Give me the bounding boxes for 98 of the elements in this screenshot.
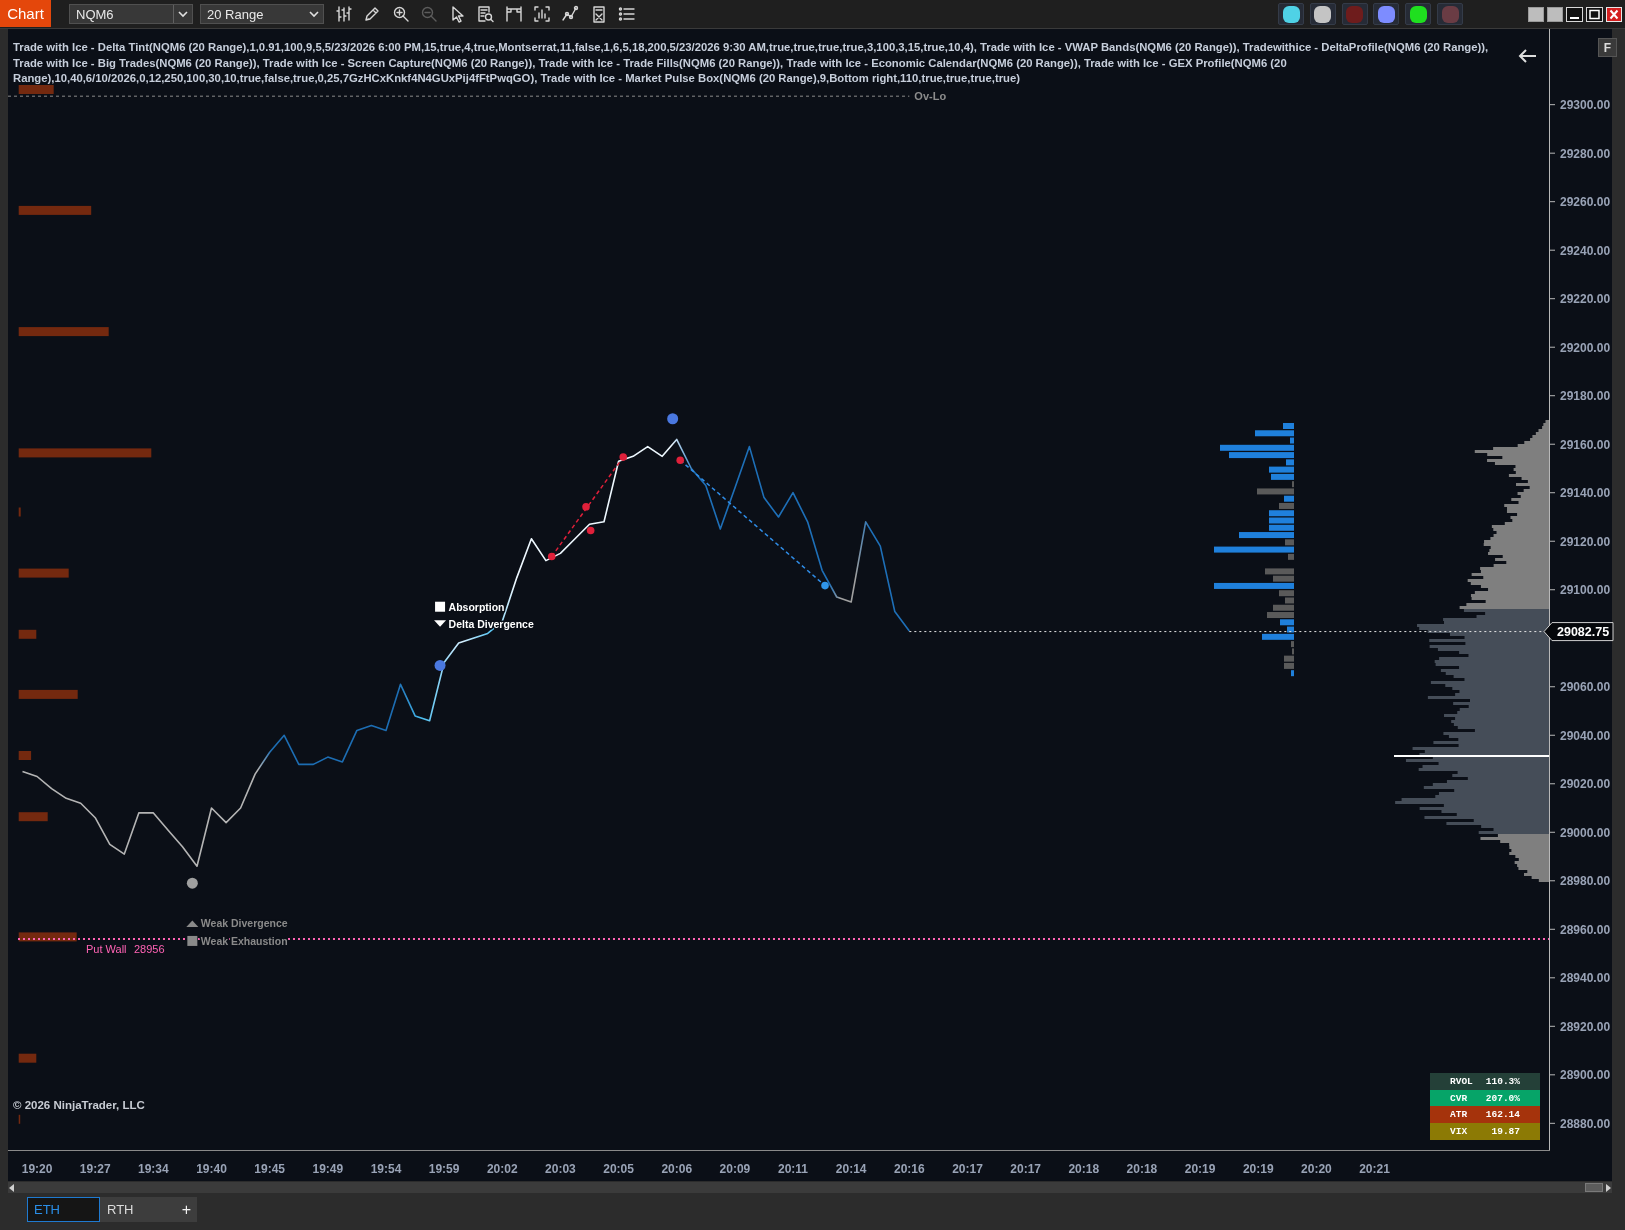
light-button[interactable] <box>1405 3 1432 25</box>
scroll-left-icon[interactable] <box>8 1183 15 1192</box>
marker-dot-icon <box>434 659 446 671</box>
time-axis-label: 19:27 <box>79 1162 111 1176</box>
time-axis-label: 20:16 <box>894 1162 925 1176</box>
time-axis-label: 20:03 <box>545 1162 576 1176</box>
price-axis-label: 29160.00 <box>1560 437 1611 452</box>
tab[interactable]: RTH <box>100 1197 176 1222</box>
ohlc-bars-icon[interactable] <box>335 5 353 23</box>
time-axis-label: 20:19 <box>1242 1162 1274 1176</box>
price-axis-label: 29060.00 <box>1560 680 1611 695</box>
indicator-legend: Trade with Ice - Delta Tint(NQM6 (20 Range),1,0.91,100,9,5,5/23/2026 6:00 PM,15,true,4,true,Montserrat,11,false,1,6,5,18,200,5/23/2026 9:30 AM,true,true,true,true,3,100,3,15,true,10,4), Trade with Ice - VWAP Bands(NQM6 (20 Range)), Tradewithice - DeltaProfile(NQM6 (20 Range)), Trade with Ice - Big Trades(NQM6 (20 Range)), Trade with Ice - Screen Capture(NQM6 (20 Range)), Trade with Ice - Trade Fills(NQM6 (20 Range)), Trade with Ice - Economic Calendar(NQM6 (20 Range)), Trade with Ice - GEX Profile(NQM6 (20 Range),10,40,6/10/2026,0,12,250,100,30,10,true,false,true,0,25,7GzHCxKnkf4N4GUxPij4fFtPwqGO), Trade with Ice - Market Pulse Box(NQM6 (20 Range),9,Bottom right,110,true,true,true,true) <box>13 40 1511 87</box>
tab[interactable]: ETH <box>27 1197 100 1222</box>
time-axis-label: 19:34 <box>138 1162 169 1176</box>
price-axis-label: 28960.00 <box>1560 922 1611 937</box>
instrument-dropdown[interactable]: NQM6 <box>69 4 193 24</box>
price-axis-label: 29220.00 <box>1560 292 1611 307</box>
signal-label: Weak Exhaustion <box>200 934 288 947</box>
time-axis-label: 19:59 <box>428 1162 460 1176</box>
signal-label: Weak Divergence <box>200 917 288 930</box>
reference-line-label: Ov-Lo <box>914 90 947 103</box>
last-price-tag: 29082.75 <box>1543 622 1614 642</box>
time-axis-label: 20:20 <box>1301 1162 1332 1176</box>
time-axis-label: 20:14 <box>835 1162 867 1176</box>
price-axis-label: 29100.00 <box>1560 583 1611 598</box>
time-axis-label: 20:05 <box>603 1162 634 1176</box>
f-button[interactable]: F <box>1598 38 1617 57</box>
price-axis-label: 29300.00 <box>1560 98 1611 113</box>
price-axis-label: 28980.00 <box>1560 874 1611 889</box>
price-axis-label: 29000.00 <box>1560 825 1611 840</box>
pulse-label: VIX <box>1450 1125 1468 1137</box>
time-axis-label: 20:18 <box>1068 1162 1100 1176</box>
marker-dot-icon <box>676 456 685 465</box>
light-button[interactable] <box>1309 3 1336 25</box>
line-chart-icon[interactable] <box>561 5 580 23</box>
scroll-right-icon[interactable] <box>1605 1183 1612 1192</box>
time-axis-label: 19:20 <box>21 1162 53 1176</box>
price-axis-label: 28940.00 <box>1560 971 1611 986</box>
minimize-icon[interactable] <box>1566 6 1583 22</box>
tile-icon[interactable] <box>1528 6 1544 22</box>
put-wall-value: 28956 <box>134 943 165 955</box>
time-axis-label: 20:17 <box>952 1162 983 1176</box>
copyright-text: © 2026 NinjaTrader, LLC <box>13 1099 145 1111</box>
marker-dot-icon <box>821 581 829 590</box>
price-axis-label: 28900.00 <box>1560 1068 1611 1083</box>
flag-lines-icon[interactable] <box>504 5 523 23</box>
time-axis-label: 19:49 <box>312 1162 344 1176</box>
time-axis-label: 20:11 <box>778 1162 809 1176</box>
marker-dot-icon <box>186 877 198 889</box>
tile-icon[interactable] <box>1547 6 1563 22</box>
price-axis-label: 29020.00 <box>1560 777 1611 792</box>
pulse-label: ATR <box>1450 1109 1468 1121</box>
time-axis-label: 20:17 <box>1010 1162 1041 1176</box>
pulse-value: 110.3% <box>1485 1075 1520 1087</box>
pulse-label: RVOL <box>1450 1075 1473 1087</box>
time-axis-label: 20:09 <box>719 1162 751 1176</box>
chart-menu-button[interactable]: Chart <box>0 0 51 27</box>
price-axis-label: 29180.00 <box>1560 389 1611 404</box>
signal-label: Absorption <box>448 600 505 613</box>
bar-chart-icon[interactable] <box>533 5 552 23</box>
price-axis-label: 29200.00 <box>1560 340 1611 355</box>
price-axis-label: 29140.00 <box>1560 486 1611 501</box>
time-axis-label: 19:54 <box>370 1162 402 1176</box>
price-axis-label: 29040.00 <box>1560 728 1611 743</box>
time-axis-label: 20:21 <box>1359 1162 1390 1176</box>
put-wall-label: Put Wall <box>86 943 127 955</box>
marker-dot-icon <box>667 413 679 425</box>
time-axis-label: 20:06 <box>661 1162 693 1176</box>
time-axis-label: 19:40 <box>196 1162 227 1176</box>
price-axis-label: 29120.00 <box>1560 534 1611 549</box>
time-axis-label: 19:45 <box>254 1162 286 1176</box>
price-axis-label: 29260.00 <box>1560 195 1611 210</box>
pulse-label: CVR <box>1450 1092 1468 1104</box>
marker-dot-icon <box>586 526 595 535</box>
marker-dot-icon <box>619 453 628 461</box>
document-search-icon[interactable] <box>476 5 495 23</box>
list-icon[interactable] <box>617 5 636 23</box>
marker-dot-icon <box>547 552 556 561</box>
marker-dot-icon <box>582 503 590 511</box>
price-axis-label: 28920.00 <box>1560 1019 1611 1034</box>
price-axis-label: 28880.00 <box>1560 1116 1611 1131</box>
pulse-value: 19.87 <box>1491 1125 1520 1137</box>
bar-type-dropdown[interactable]: 20 Range <box>200 4 324 24</box>
price-axis-label: 29240.00 <box>1560 243 1611 258</box>
time-axis-label: 20:19 <box>1184 1162 1216 1176</box>
scrollbar-track[interactable] <box>8 1182 1612 1193</box>
time-axis-label: 20:02 <box>486 1162 518 1176</box>
back-arrow-icon[interactable] <box>1517 48 1537 64</box>
zoom-in-icon[interactable] <box>391 5 410 23</box>
light-button[interactable] <box>1373 3 1400 25</box>
time-axis-label: 20:18 <box>1126 1162 1158 1176</box>
pulse-value: 207.0% <box>1485 1092 1520 1104</box>
scrollbar-thumb[interactable] <box>1585 1183 1603 1192</box>
add-tab-button[interactable]: + <box>176 1197 197 1222</box>
maximize-icon[interactable] <box>1586 6 1603 22</box>
close-icon[interactable] <box>1606 6 1622 22</box>
price-axis-label: 29280.00 <box>1560 146 1611 161</box>
pulse-value: 162.14 <box>1485 1109 1520 1121</box>
